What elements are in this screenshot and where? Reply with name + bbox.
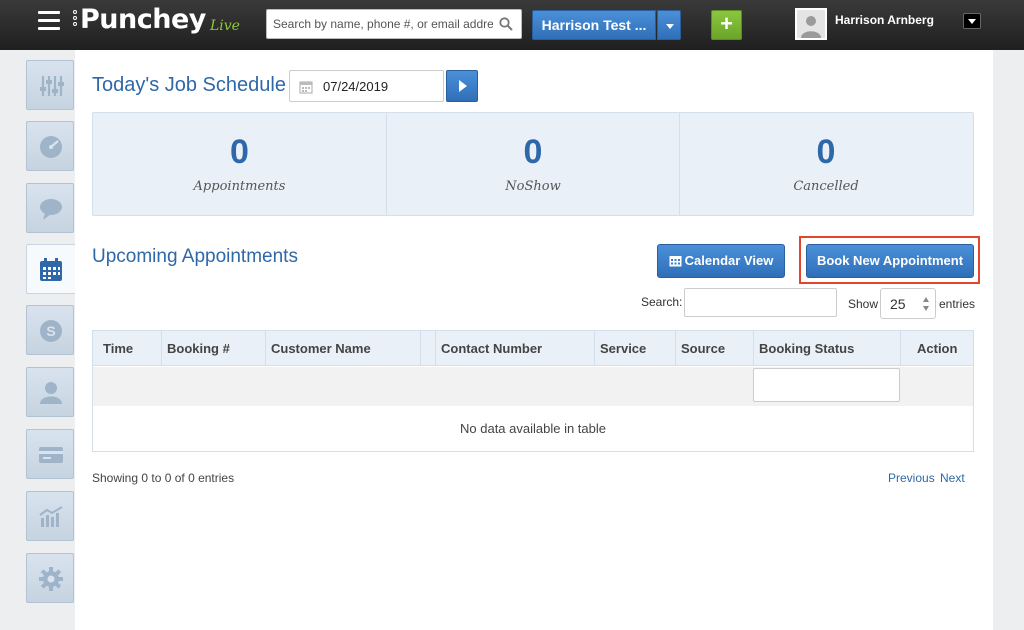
column-header-blank[interactable] [420,331,435,366]
stat-value: 0 [523,133,543,171]
dashboard-icon [40,136,62,158]
column-header-customer-name[interactable]: Customer Name [265,331,420,366]
sidebar-item-customers[interactable] [26,367,74,417]
stat-noshow: 0 NoShow [386,113,679,215]
column-header-source[interactable]: Source [675,331,753,366]
menu-icon[interactable] [38,11,60,31]
column-header-time[interactable]: Time [93,331,161,366]
stat-label: Cancelled [793,179,859,194]
empty-table-message: No data available in table [460,421,606,436]
top-bar: Punchey Live Harrison Test ... + Harriso… [0,0,1024,50]
user-icon [40,382,62,404]
gear-icon [39,567,63,591]
table-search-label: Search: [641,295,683,309]
date-value: 07/24/2019 [323,79,389,94]
reports-icon [39,506,63,527]
stat-label: NoShow [505,179,561,194]
next-date-button[interactable] [446,70,478,102]
section-title: Upcoming Appointments [92,246,298,267]
calendar-small-icon [299,81,313,94]
stat-cancelled: 0 Cancelled [679,113,972,215]
calendar-view-label: Calendar View [684,253,774,268]
dollar-icon: S [40,320,62,342]
next-page-link[interactable]: Next [940,471,965,485]
spinner-arrows-icon [923,297,929,311]
show-label: Show [848,297,879,311]
book-new-appointment-button[interactable]: Book New Appointment [806,244,974,278]
entries-select[interactable]: 25 [880,288,936,319]
column-header-contact-number[interactable]: Contact Number [435,331,594,366]
logo-dots-icon [73,10,79,30]
calendar-view-button[interactable]: Calendar View [657,244,785,278]
search-icon[interactable] [499,17,513,31]
entries-label: entries [939,297,976,311]
avatar[interactable] [795,8,827,40]
chevron-down-icon[interactable] [657,10,681,40]
appointments-table: Time Booking # Customer Name Contact Num… [92,330,974,452]
entries-value: 25 [890,296,906,312]
column-header-booking[interactable]: Booking # [161,331,265,366]
stat-appointments: 0 Appointments [93,113,386,215]
user-name[interactable]: Harrison Arnberg [835,13,934,27]
table-info: Showing 0 to 0 of 0 entries [92,471,235,485]
column-header-action: Action [900,331,973,366]
sidebar-item-cards[interactable] [26,429,74,479]
column-header-booking-status[interactable]: Booking Status [753,331,900,366]
stat-label: Appointments [193,179,286,194]
filter-row [93,367,973,406]
calendar-icon [669,256,682,267]
column-header-service[interactable]: Service [594,331,675,366]
sidebar-item-dashboard[interactable] [26,121,74,171]
add-button[interactable]: + [711,10,742,40]
chat-icon [40,199,62,220]
logo[interactable]: Punchey [80,4,206,35]
booking-status-filter[interactable] [753,368,900,402]
previous-page-link[interactable]: Previous [888,471,935,485]
sidebar-item-settings-sliders[interactable] [26,60,74,110]
stat-value: 0 [230,133,249,171]
sidebar-item-messages[interactable] [26,183,74,233]
stat-value: 0 [816,133,836,171]
sidebar-item-calendar[interactable] [26,244,83,294]
user-avatar-icon [797,10,825,38]
sidebar-item-payments[interactable]: S [26,305,74,355]
account-switcher-button[interactable]: Harrison Test ... [532,10,656,40]
table-search-input[interactable] [684,288,837,317]
sidebar-item-settings[interactable] [26,553,74,603]
calendar-icon [40,258,62,281]
user-menu-caret-icon[interactable] [963,13,981,29]
page-title: Today's Job Schedule [92,74,286,96]
stats-panel: 0 Appointments 0 NoShow 0 Cancelled [92,112,974,216]
table-header: Time Booking # Customer Name Contact Num… [93,331,973,366]
svg-text:S: S [46,323,55,339]
sliders-icon [40,76,64,96]
sidebar-item-reports[interactable] [26,491,74,541]
global-search-input[interactable] [267,10,493,38]
logo-live: Live [210,18,240,34]
date-picker[interactable]: 07/24/2019 [289,70,444,102]
card-icon [39,447,63,463]
global-search [266,9,522,39]
